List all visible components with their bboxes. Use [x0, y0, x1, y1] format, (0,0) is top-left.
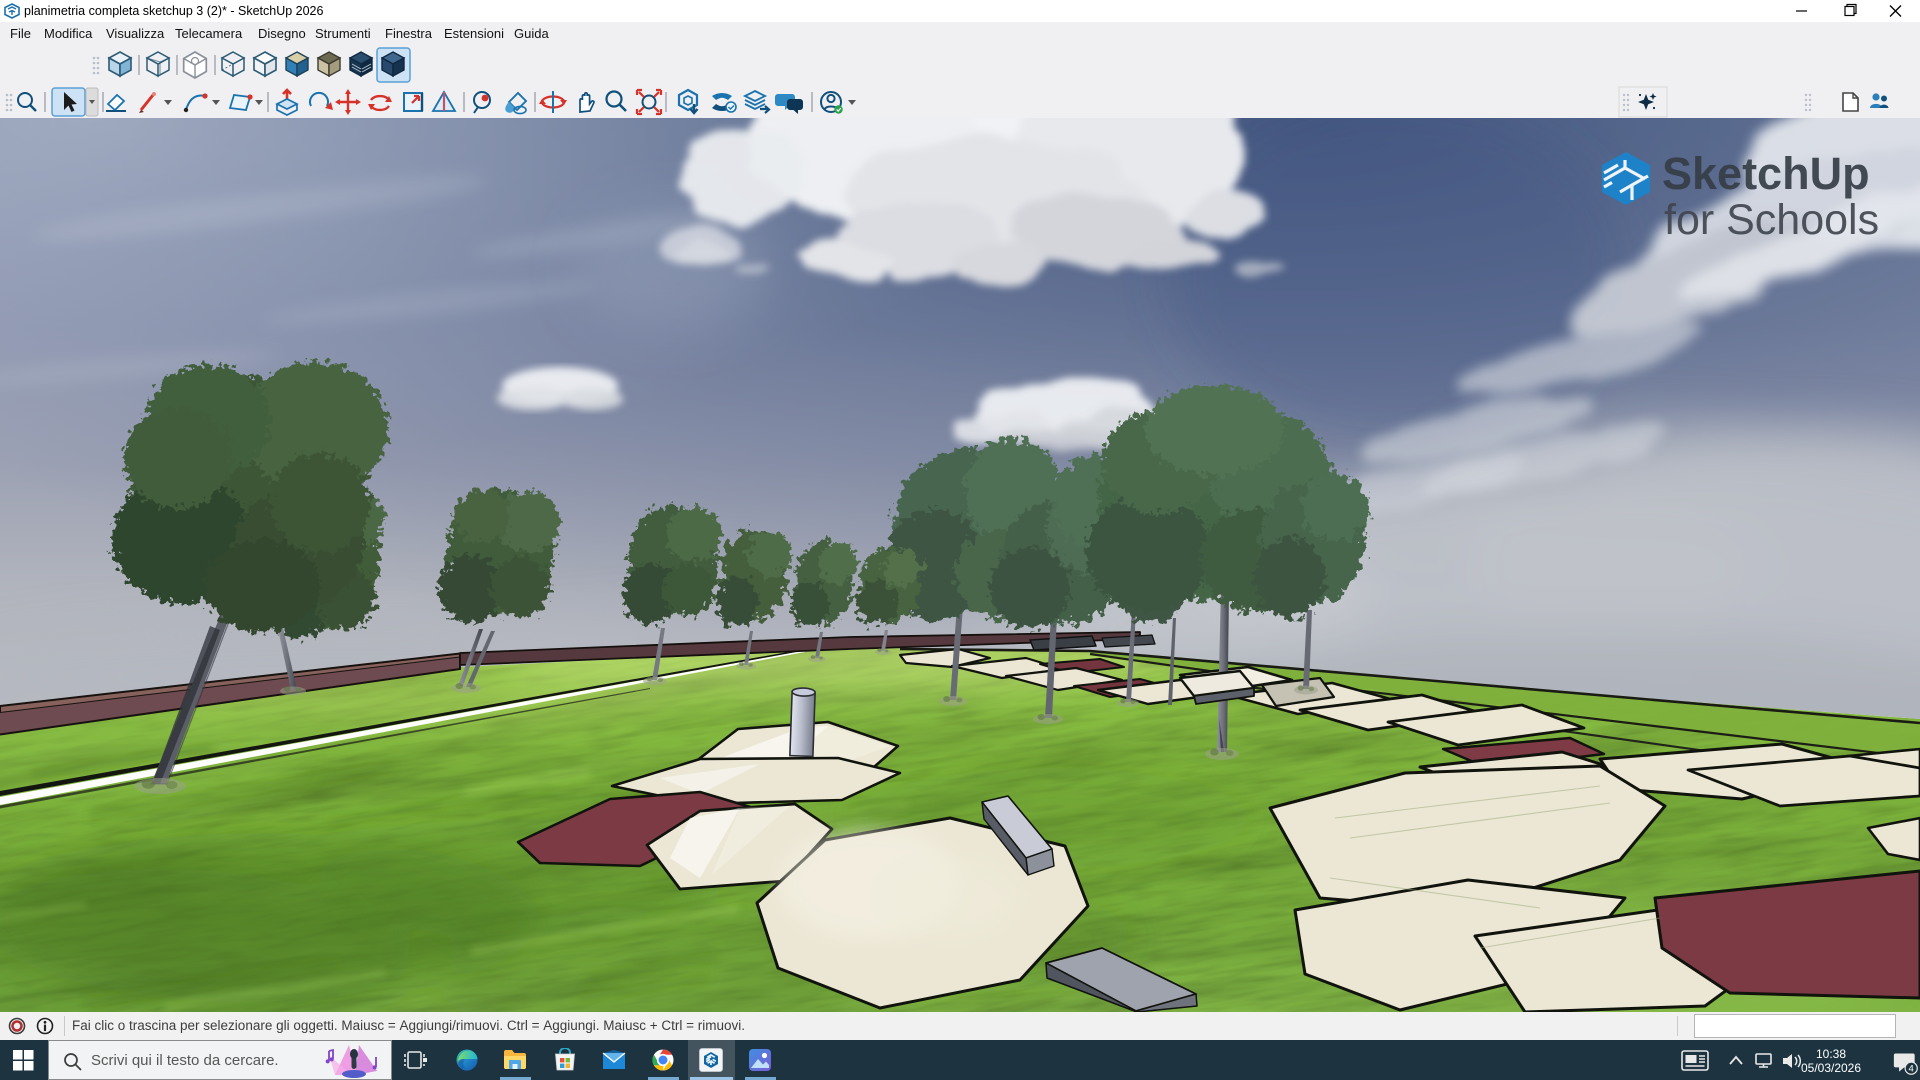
- svg-text:SketchUp: SketchUp: [1662, 148, 1870, 199]
- svg-text:4: 4: [1909, 1064, 1915, 1075]
- svg-text:for Schools: for Schools: [1664, 196, 1879, 244]
